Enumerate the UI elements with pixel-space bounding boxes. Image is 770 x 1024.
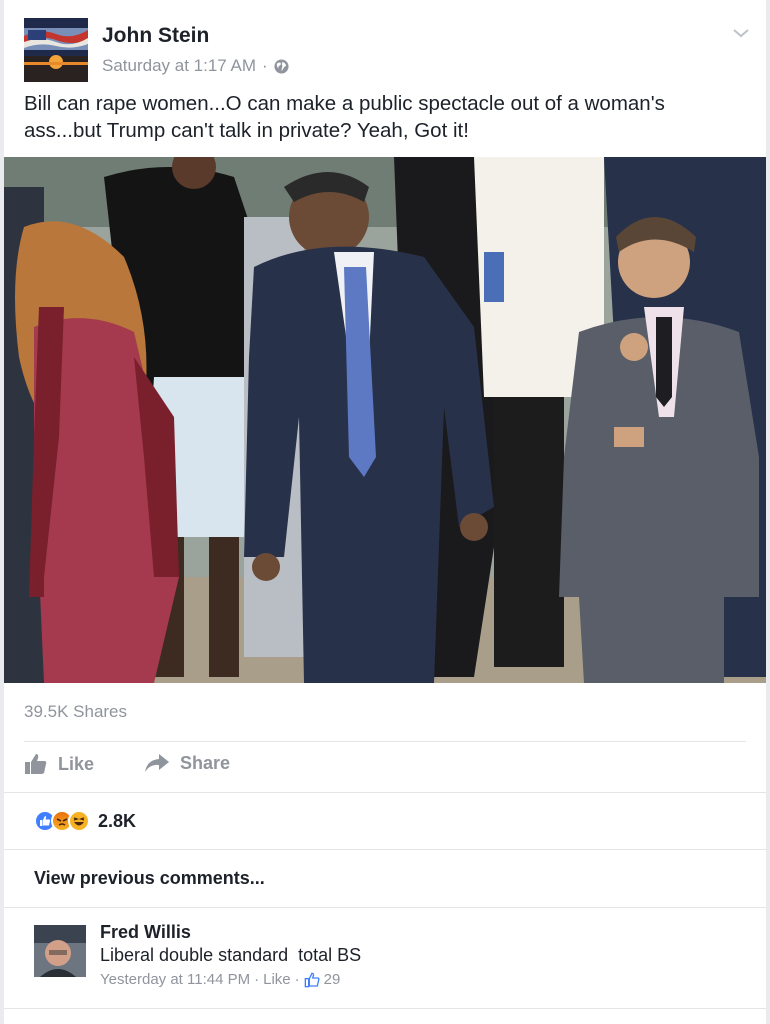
post-meta: Saturday at 1:17 AM · (102, 56, 289, 76)
comment-text: Liberal double standard total BS (100, 945, 362, 965)
meta-separator: · (294, 971, 300, 988)
comment-like-link[interactable]: Like (263, 971, 291, 988)
post-card: John Stein Saturday at 1:17 AM · Bill ca… (4, 0, 766, 1024)
comment-time[interactable]: Yesterday at 11:44 PM (100, 971, 250, 988)
like-label: Like (58, 753, 95, 774)
divider (4, 849, 766, 850)
divider (4, 907, 766, 908)
divider (4, 792, 766, 793)
thumbs-up-outline-icon (304, 972, 320, 987)
author-avatar[interactable] (24, 18, 88, 82)
share-arrow-icon (145, 754, 169, 772)
reactions-count: 2.8K (98, 810, 137, 831)
globe-icon (274, 58, 289, 74)
comment-meta: Yesterday at 11:44 PM · Like · 29 (100, 971, 340, 988)
reactions-summary[interactable]: 2.8K (34, 810, 136, 832)
commenter-name[interactable]: Fred Willis (100, 922, 191, 943)
thumbs-up-icon (25, 754, 47, 774)
commenter-avatar[interactable] (34, 925, 86, 977)
view-previous-comments-link[interactable]: View previous comments... (34, 868, 265, 889)
share-label: Share (180, 752, 231, 773)
divider (24, 741, 746, 742)
post-text: Bill can rape women...O can make a publi… (24, 92, 665, 142)
post-timestamp[interactable]: Saturday at 1:17 AM (102, 56, 256, 76)
share-button[interactable]: Share (144, 752, 230, 774)
meta-separator: · (262, 56, 268, 75)
haha-reaction-icon (68, 810, 90, 832)
chevron-down-icon[interactable] (732, 26, 750, 40)
shares-count[interactable]: 39.5K Shares (24, 702, 127, 722)
like-button[interactable]: Like (24, 752, 94, 776)
post-photo[interactable] (4, 157, 766, 683)
author-name[interactable]: John Stein (102, 24, 209, 48)
divider (4, 1008, 766, 1009)
comment-like-count[interactable]: 29 (324, 971, 341, 988)
meta-separator: · (254, 971, 260, 988)
